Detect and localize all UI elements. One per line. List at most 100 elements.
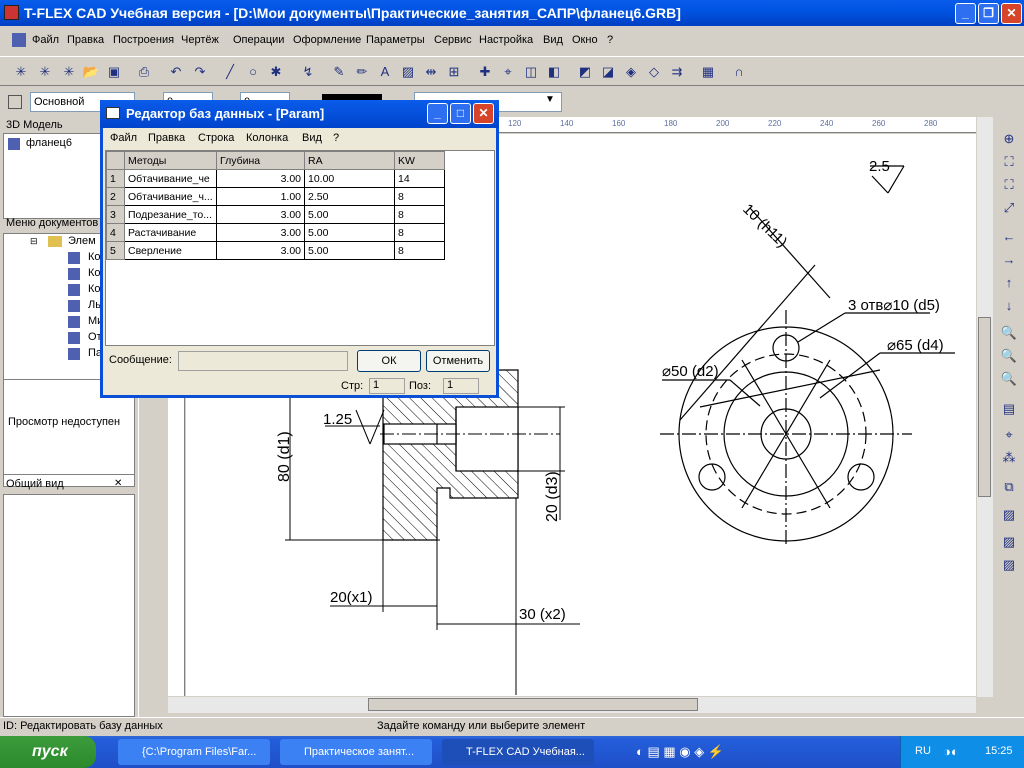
magnify-plus-icon[interactable]: 🔍 <box>998 348 1020 368</box>
dlg-menu-view[interactable]: Вид <box>302 132 322 144</box>
gray-tool3-icon[interactable]: ◪ <box>597 61 619 83</box>
row-number[interactable]: 3 <box>106 205 125 224</box>
text-icon[interactable]: A <box>374 61 396 83</box>
chevron-down-icon[interactable]: ▼ <box>545 94 555 105</box>
save-icon[interactable]: ▣ <box>103 61 125 83</box>
new-icon[interactable]: ✳ <box>10 61 32 83</box>
menu-file[interactable]: Файл <box>32 34 59 46</box>
tree-item[interactable]: Ко <box>88 267 101 279</box>
circle-icon[interactable]: ○ <box>242 61 264 83</box>
close-icon[interactable]: ✕ <box>114 478 122 489</box>
close-button[interactable]: ✕ <box>1001 3 1022 24</box>
minimize-button[interactable]: _ <box>955 3 976 24</box>
magnet-icon[interactable]: ∩ <box>728 61 750 83</box>
layers-icon[interactable] <box>8 95 22 109</box>
zoom-window-icon[interactable]: ⛶ <box>998 154 1020 174</box>
menu-service[interactable]: Сервис <box>434 34 472 46</box>
dimension-icon[interactable]: ⇹ <box>420 61 442 83</box>
gray-tool1-icon[interactable]: ◧ <box>543 61 565 83</box>
cell-method[interactable]: Обтачивание_че <box>124 169 217 188</box>
cell-ra[interactable]: 5.00 <box>304 205 395 224</box>
horizontal-scrollbar[interactable] <box>168 697 976 713</box>
tree-item[interactable]: Ко <box>88 251 101 263</box>
menu-window[interactable]: Окно <box>572 34 598 46</box>
dialog-maximize-button[interactable]: □ <box>450 103 471 124</box>
dialog-close-button[interactable]: ✕ <box>473 103 494 124</box>
redraw-icon[interactable]: ▤ <box>998 401 1020 421</box>
menu-drawing[interactable]: Чертёж <box>181 34 219 46</box>
task-tflex[interactable]: T-FLEX CAD Учебная... <box>442 739 594 765</box>
print-icon[interactable]: ⎙ <box>133 61 155 83</box>
scroll-thumb[interactable] <box>978 317 991 497</box>
cell-method[interactable]: Подрезание_то... <box>124 205 217 224</box>
calculator-icon[interactable]: ▦ <box>697 61 719 83</box>
tree-root[interactable]: Элем <box>68 235 96 247</box>
parameters-icon[interactable]: ⇉ <box>666 61 688 83</box>
cube-icon[interactable]: ▨ <box>998 507 1020 527</box>
task-word[interactable]: Практическое занят... <box>280 739 432 765</box>
cell-method[interactable]: Растачивание <box>124 223 217 242</box>
cell-ra[interactable]: 5.00 <box>304 241 395 260</box>
gray-tool2-icon[interactable]: ◩ <box>574 61 596 83</box>
open-icon[interactable]: 📂 <box>80 61 102 83</box>
cell-kw[interactable]: 8 <box>394 205 445 224</box>
col-header-depth[interactable]: Глубина <box>216 151 305 170</box>
menu-construct[interactable]: Построения <box>113 34 174 46</box>
cell-ra[interactable]: 2.50 <box>304 187 395 206</box>
cell-depth[interactable]: 1.00 <box>216 187 305 206</box>
gray-cube-icon[interactable]: ▨ <box>998 534 1020 554</box>
pan-down-icon[interactable]: ↓ <box>998 298 1020 318</box>
app-icon[interactable] <box>4 5 19 20</box>
sketch-icon[interactable]: ↯ <box>297 61 319 83</box>
tray-icons[interactable]: ◑◐ <box>943 744 959 759</box>
magnify-icon[interactable]: 🔍 <box>998 325 1020 345</box>
cell-ra[interactable]: 10.00 <box>304 169 395 188</box>
menu-view[interactable]: Вид <box>543 34 563 46</box>
zoom-page-icon[interactable]: ⤢ <box>998 200 1020 220</box>
gray-box-icon[interactable]: ▨ <box>998 557 1020 577</box>
scroll-thumb[interactable] <box>368 698 698 711</box>
row-number[interactable]: 5 <box>106 241 125 260</box>
pan-right-icon[interactable]: → <box>998 252 1020 272</box>
menu-parameters[interactable]: Параметры <box>366 34 425 46</box>
cell-depth[interactable]: 3.00 <box>216 169 305 188</box>
fragment-icon[interactable]: ⊞ <box>443 61 465 83</box>
row-number[interactable]: 2 <box>106 187 125 206</box>
copy-icon[interactable]: ⧉ <box>998 479 1020 499</box>
dlg-menu-help[interactable]: ? <box>333 132 339 144</box>
tree-item[interactable]: Ль <box>88 299 101 311</box>
cell-kw[interactable]: 8 <box>394 223 445 242</box>
task-far[interactable]: {C:\Program Files\Far... <box>118 739 270 765</box>
dialog-minimize-button[interactable]: _ <box>427 103 448 124</box>
row-number[interactable]: 1 <box>106 169 125 188</box>
magnify-minus-icon[interactable]: 🔍 <box>998 371 1020 391</box>
redo-icon[interactable]: ↷ <box>189 61 211 83</box>
cell-kw[interactable]: 8 <box>394 187 445 206</box>
cross-icon[interactable]: ✚ <box>474 61 496 83</box>
doc-icon[interactable] <box>12 33 26 47</box>
cell-depth[interactable]: 3.00 <box>216 205 305 224</box>
dlg-menu-row[interactable]: Строка <box>198 132 234 144</box>
pen-icon[interactable]: ✎ <box>328 61 350 83</box>
dlg-menu-edit[interactable]: Правка <box>148 132 185 144</box>
cell-kw[interactable]: 14 <box>394 169 445 188</box>
menu-format[interactable]: Оформление <box>293 34 361 46</box>
cell-ra[interactable]: 5.00 <box>304 223 395 242</box>
snap-icon[interactable]: ⌖ <box>998 427 1020 447</box>
pan-left-icon[interactable]: ← <box>998 229 1020 249</box>
block-icon[interactable]: ◫ <box>520 61 542 83</box>
row-number[interactable]: 4 <box>106 223 125 242</box>
tree-item[interactable]: Ко <box>88 283 101 295</box>
model-item[interactable]: фланец6 <box>26 137 72 149</box>
menu-operations[interactable]: Операции <box>233 34 284 46</box>
cell-method[interactable]: Сверление <box>124 241 217 260</box>
collapse-icon[interactable]: ⊟ <box>30 236 38 247</box>
restore-button[interactable]: ❐ <box>978 3 999 24</box>
menu-help[interactable]: ? <box>607 34 613 46</box>
zoom-extents-icon[interactable]: ⛶ <box>998 177 1020 197</box>
cancel-button[interactable]: Отменить <box>426 350 490 372</box>
cell-kw[interactable]: 8 <box>394 241 445 260</box>
node-icon[interactable]: ✱ <box>265 61 287 83</box>
pan-up-icon[interactable]: ↑ <box>998 275 1020 295</box>
menu-settings[interactable]: Настройка <box>479 34 533 46</box>
